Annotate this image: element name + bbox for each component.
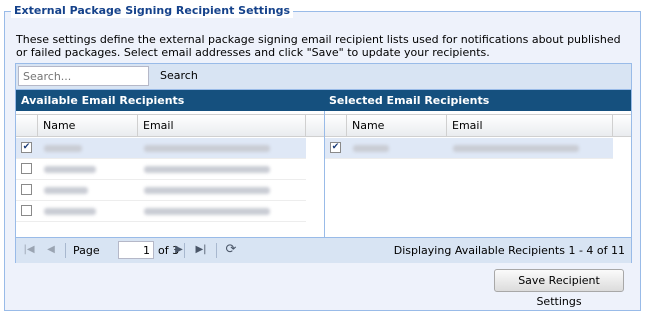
redacted-email bbox=[144, 145, 270, 152]
paging-toolbar: |◀ ◀ Page of 3 ▶ ▶| ⟳ Displaying Availab… bbox=[16, 237, 631, 263]
paging-display-text: Displaying Available Recipients 1 - 4 of… bbox=[393, 244, 625, 257]
page-label: Page bbox=[73, 244, 100, 257]
available-column-header: Name Email bbox=[16, 114, 324, 137]
redacted-name bbox=[44, 166, 96, 173]
checkbox-icon[interactable] bbox=[21, 205, 32, 216]
last-page-icon[interactable]: ▶| bbox=[194, 243, 208, 257]
checkbox-icon[interactable]: ✔ bbox=[330, 142, 341, 153]
recipients-panel: Search Available Email Recipients Select… bbox=[15, 63, 632, 263]
selected-recipients-grid: Name Email ✔ bbox=[325, 111, 631, 237]
checkbox-column-header[interactable] bbox=[16, 115, 38, 136]
table-row[interactable] bbox=[16, 201, 306, 222]
checkbox-icon[interactable] bbox=[21, 184, 32, 195]
redacted-name bbox=[44, 208, 96, 215]
table-row[interactable]: ✔ bbox=[16, 138, 306, 159]
email-column-header[interactable]: Email bbox=[447, 115, 613, 136]
table-row[interactable] bbox=[16, 180, 306, 201]
table-row[interactable] bbox=[16, 159, 306, 180]
toolbar-separator bbox=[65, 243, 66, 258]
redacted-email bbox=[453, 145, 579, 152]
available-recipients-grid: Name Email ✔ bbox=[16, 111, 325, 237]
redacted-name bbox=[353, 145, 389, 152]
redacted-email bbox=[144, 208, 270, 215]
redacted-name bbox=[44, 145, 82, 152]
name-column-header[interactable]: Name bbox=[347, 115, 447, 136]
name-column-header[interactable]: Name bbox=[38, 115, 138, 136]
save-recipient-settings-button[interactable]: Save Recipient Settings bbox=[494, 269, 624, 308]
redacted-email bbox=[144, 166, 270, 173]
settings-description: These settings define the external packa… bbox=[16, 33, 621, 59]
redacted-name bbox=[44, 187, 88, 194]
next-page-icon[interactable]: ▶ bbox=[172, 243, 186, 257]
checkbox-icon[interactable]: ✔ bbox=[21, 142, 32, 153]
toolbar-separator bbox=[216, 243, 217, 258]
email-column-header[interactable]: Email bbox=[138, 115, 306, 136]
search-button[interactable]: Search bbox=[154, 66, 204, 86]
redacted-email bbox=[144, 187, 270, 194]
table-row[interactable]: ✔ bbox=[325, 138, 613, 159]
selected-column-header: Name Email bbox=[325, 114, 631, 137]
selected-recipients-title: Selected Email Recipients bbox=[329, 94, 490, 107]
recipients-header-bar: Available Email Recipients Selected Emai… bbox=[16, 90, 631, 111]
prev-page-icon[interactable]: ◀ bbox=[44, 243, 58, 257]
available-recipients-title: Available Email Recipients bbox=[21, 94, 185, 107]
first-page-icon[interactable]: |◀ bbox=[22, 243, 36, 257]
search-toolbar: Search bbox=[16, 64, 631, 90]
settings-legend: External Package Signing Recipient Setti… bbox=[11, 4, 294, 18]
checkbox-icon[interactable] bbox=[21, 163, 32, 174]
refresh-icon[interactable]: ⟳ bbox=[224, 243, 238, 257]
checkbox-column-header[interactable] bbox=[325, 115, 347, 136]
page-number-input[interactable] bbox=[118, 241, 154, 259]
search-input[interactable] bbox=[18, 66, 149, 86]
